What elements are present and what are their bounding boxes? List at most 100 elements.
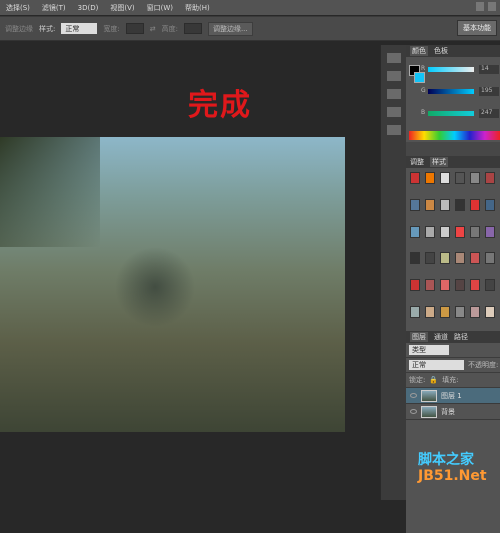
- workspace-button[interactable]: 基本功能: [457, 20, 497, 36]
- style-swatch[interactable]: [455, 225, 465, 238]
- options-bar: 调整边缘 样式: 正常 宽度: ⇄ 高度: 调整边缘...: [0, 16, 500, 41]
- style-swatch[interactable]: [470, 198, 480, 211]
- history-icon[interactable]: [386, 53, 401, 63]
- layer-name: 图层 1: [441, 391, 462, 400]
- height-input[interactable]: [183, 23, 202, 34]
- opacity-label: 不透明度:: [468, 361, 499, 369]
- menu-bar: 选择(S) 滤镜(T) 3D(D) 视图(V) 窗口(W) 帮助(H): [0, 0, 500, 15]
- color-spectrum[interactable]: [409, 131, 500, 140]
- background-color[interactable]: [414, 72, 425, 83]
- tab-layers[interactable]: 图层: [410, 332, 428, 342]
- tab-channels[interactable]: 通道: [434, 332, 448, 342]
- style-swatch[interactable]: [410, 225, 420, 238]
- g-slider[interactable]: [428, 89, 474, 94]
- style-swatch[interactable]: [425, 252, 435, 265]
- style-swatch[interactable]: [410, 172, 420, 184]
- tab-paths[interactable]: 路径: [454, 332, 468, 342]
- style-swatch[interactable]: [455, 198, 465, 211]
- style-swatch[interactable]: [440, 172, 450, 184]
- style-swatch[interactable]: [485, 225, 495, 238]
- eye-icon[interactable]: [410, 393, 417, 398]
- style-swatch[interactable]: [440, 279, 450, 292]
- style-select[interactable]: 正常: [61, 23, 98, 34]
- lock-icon[interactable]: 🔒: [429, 376, 438, 384]
- menu-view[interactable]: 视图(V): [110, 3, 134, 13]
- g-value[interactable]: 195: [479, 87, 499, 96]
- b-label: B: [421, 109, 426, 116]
- menu-window[interactable]: 窗口(W): [147, 3, 173, 13]
- eye-icon[interactable]: [410, 409, 417, 414]
- character-icon[interactable]: [386, 107, 401, 117]
- style-swatch[interactable]: [440, 225, 450, 238]
- style-swatch[interactable]: [470, 306, 480, 319]
- width-input[interactable]: [125, 23, 144, 34]
- style-swatch[interactable]: [410, 198, 420, 211]
- refine-edge-button[interactable]: 调整边缘...: [207, 21, 253, 36]
- style-swatch[interactable]: [440, 252, 450, 265]
- tab-swatches[interactable]: 色板: [434, 46, 448, 56]
- style-swatch[interactable]: [410, 306, 420, 319]
- swap-icon[interactable]: ⇄: [150, 25, 156, 33]
- height-label: 高度:: [161, 24, 178, 33]
- watermark-line2: JB51.Net: [418, 468, 487, 484]
- style-swatch[interactable]: [425, 225, 435, 238]
- layer-row[interactable]: 背景: [406, 404, 500, 420]
- style-swatch[interactable]: [455, 279, 465, 292]
- style-swatch[interactable]: [455, 306, 465, 319]
- tab-color[interactable]: 颜色: [410, 46, 428, 56]
- blend-mode-select[interactable]: 正常: [409, 360, 464, 370]
- tool-presets-icon[interactable]: [386, 89, 401, 99]
- style-label: 样式:: [39, 24, 56, 33]
- r-slider[interactable]: [428, 67, 474, 72]
- brush-icon[interactable]: [386, 71, 401, 81]
- layer-thumbnail: [421, 405, 437, 418]
- width-label: 宽度:: [103, 24, 120, 33]
- b-slider[interactable]: [428, 111, 474, 116]
- style-swatch[interactable]: [425, 198, 435, 211]
- refine-edge-label: 调整边缘: [5, 24, 33, 33]
- r-label: R: [421, 65, 426, 72]
- tab-adjustments[interactable]: 调整: [410, 157, 424, 167]
- g-label: G: [421, 87, 426, 94]
- style-swatch[interactable]: [485, 198, 495, 211]
- menu-filter[interactable]: 滤镜(T): [42, 3, 66, 13]
- layers-panel: 类型 正常 不透明度: 锁定: 🔒 填充: 图层 1 背景: [406, 343, 500, 533]
- paragraph-icon[interactable]: [386, 125, 401, 135]
- r-value[interactable]: 14: [479, 65, 499, 74]
- restore-icon[interactable]: [488, 2, 496, 11]
- style-swatch[interactable]: [440, 198, 450, 211]
- menu-select[interactable]: 选择(S): [6, 3, 30, 13]
- menu-help[interactable]: 帮助(H): [185, 3, 210, 13]
- style-swatch[interactable]: [425, 306, 435, 319]
- style-swatch[interactable]: [455, 252, 465, 265]
- style-swatch[interactable]: [410, 252, 420, 265]
- style-swatch[interactable]: [440, 306, 450, 319]
- b-value[interactable]: 247: [479, 109, 499, 118]
- style-swatch[interactable]: [485, 279, 495, 292]
- style-swatch[interactable]: [485, 172, 495, 184]
- style-swatch[interactable]: [485, 252, 495, 265]
- fill-label: 填充:: [442, 376, 459, 384]
- styles-grid: [406, 168, 500, 331]
- style-swatch[interactable]: [470, 172, 480, 184]
- layer-thumbnail: [421, 389, 437, 402]
- style-swatch[interactable]: [470, 279, 480, 292]
- menu-3d[interactable]: 3D(D): [78, 4, 99, 12]
- style-swatch[interactable]: [455, 172, 465, 184]
- canvas-image[interactable]: [0, 137, 345, 432]
- style-swatch[interactable]: [410, 279, 420, 292]
- style-swatch[interactable]: [425, 172, 435, 184]
- minimize-icon[interactable]: [476, 2, 484, 11]
- tab-styles[interactable]: 样式: [430, 157, 448, 167]
- watermark-line1: 脚本之家: [418, 452, 474, 468]
- watermark: 脚本之家 JB51.Net: [418, 452, 487, 484]
- canvas-title: 完成: [188, 88, 252, 123]
- style-swatch[interactable]: [425, 279, 435, 292]
- layer-filter-select[interactable]: 类型: [409, 345, 449, 355]
- style-swatch[interactable]: [470, 225, 480, 238]
- layer-row[interactable]: 图层 1: [406, 388, 500, 404]
- style-swatch[interactable]: [485, 306, 495, 319]
- style-swatch[interactable]: [470, 252, 480, 265]
- lock-label: 锁定:: [409, 376, 426, 384]
- layer-name: 背景: [441, 407, 455, 416]
